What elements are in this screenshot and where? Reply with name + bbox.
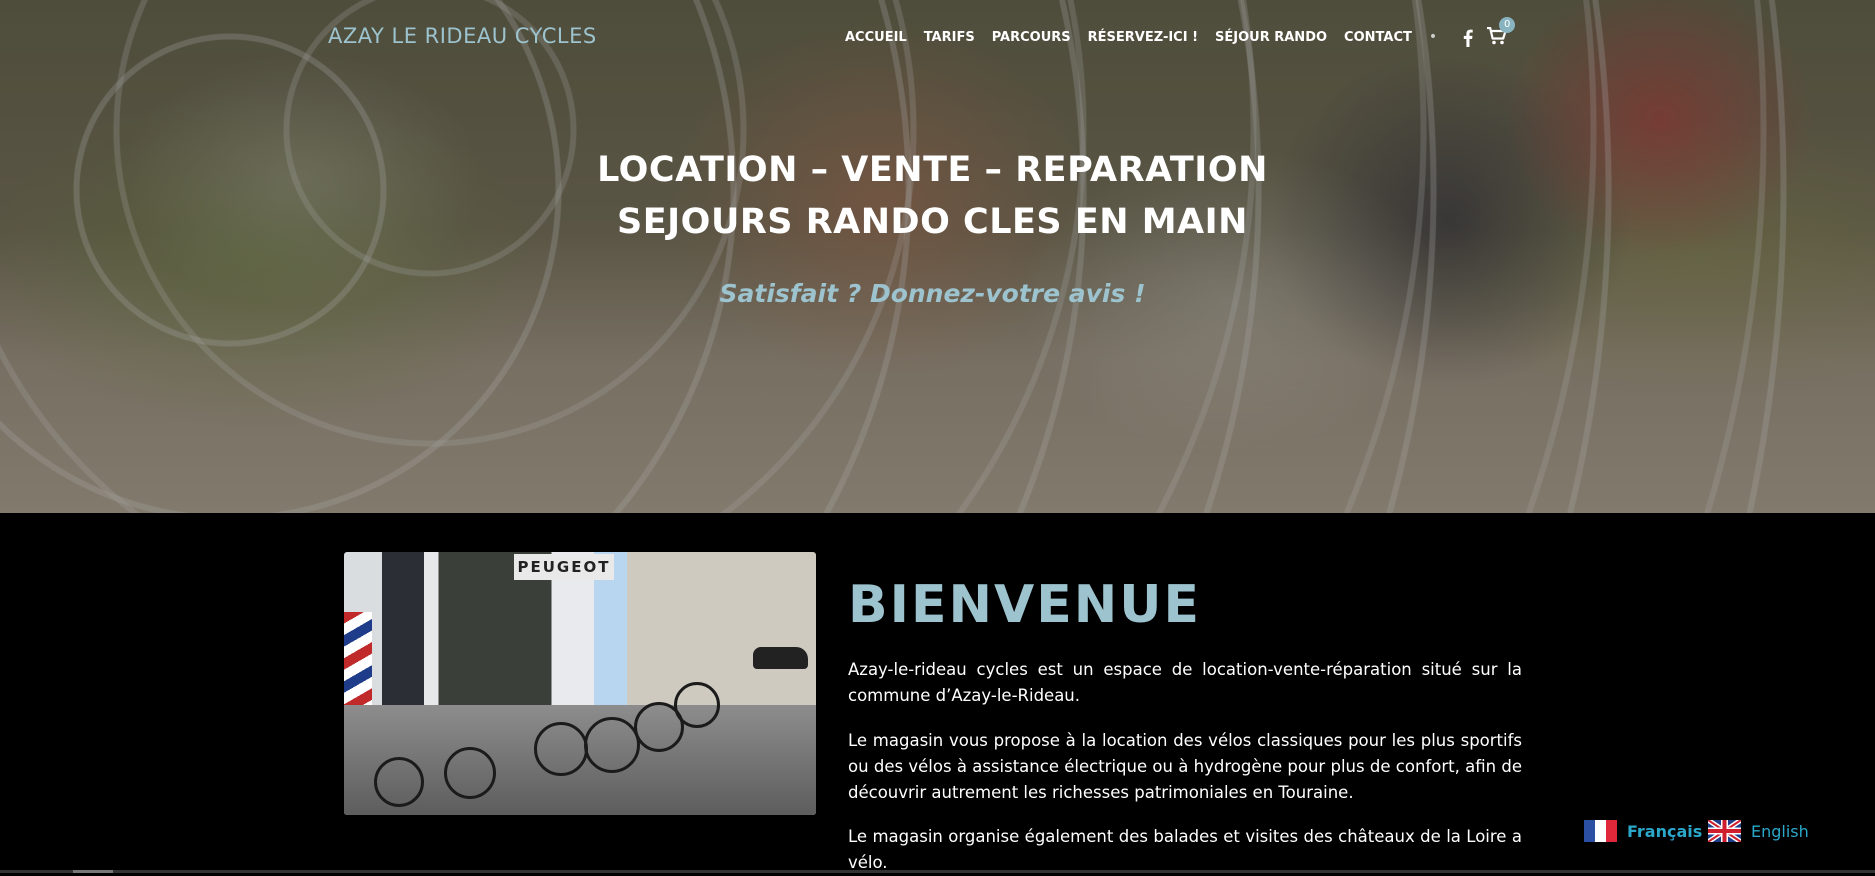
french-flag-icon: [1584, 820, 1617, 842]
language-french[interactable]: Français: [1584, 820, 1702, 842]
cart-button[interactable]: 0: [1487, 17, 1516, 47]
bike-wheel: [374, 757, 424, 807]
facebook-icon[interactable]: [1463, 29, 1473, 47]
bike-wheel: [584, 717, 640, 773]
bike-wheel: [444, 747, 496, 799]
welcome-paragraph-3: Le magasin organise également des balade…: [848, 827, 1522, 872]
site-title[interactable]: AZAY LE RIDEAU CYCLES: [328, 24, 597, 48]
shop-photo: PEUGEOT: [344, 552, 816, 815]
hero-banner: [0, 0, 1875, 513]
shop-sign: PEUGEOT: [514, 554, 614, 580]
nav-item-tarifs[interactable]: TARIFS: [924, 30, 975, 45]
language-english[interactable]: English: [1708, 820, 1809, 842]
main-nav: ACCUEIL TARIFS PARCOURS RÉSERVEZ-ICI ! S…: [845, 17, 1516, 47]
nav-item-parcours[interactable]: PARCOURS: [992, 30, 1071, 45]
language-english-label: English: [1751, 821, 1809, 841]
nav-item-sejour-rando[interactable]: SÉJOUR RANDO: [1215, 30, 1327, 45]
bike-wheel: [534, 722, 588, 776]
language-french-label: Français: [1627, 821, 1703, 841]
nav-item-contact[interactable]: CONTACT: [1344, 30, 1412, 45]
photo-car: [753, 647, 808, 669]
welcome-paragraph-1: Azay-le-rideau cycles est un espace de l…: [848, 660, 1522, 705]
cart-count-badge: 0: [1499, 17, 1516, 33]
nav-separator: •: [1428, 29, 1438, 45]
hero-heading-line2: SEJOURS RANDO CLES EN MAIN: [617, 202, 1248, 242]
welcome-paragraph-2: Le magasin vous propose à la location de…: [848, 731, 1522, 802]
nav-item-accueil[interactable]: ACCUEIL: [845, 30, 907, 45]
nav-item-reservez[interactable]: RÉSERVEZ-ICI !: [1088, 30, 1198, 45]
hero-heading-line1: LOCATION – VENTE – REPARATION: [597, 150, 1268, 190]
uk-flag-icon: [1708, 820, 1741, 842]
welcome-title: BIENVENUE: [848, 575, 1202, 635]
welcome-section: PEUGEOT BIENVENUE Azay-le-rideau cycles …: [0, 513, 1875, 873]
review-link[interactable]: Satisfait ? Donnez-votre avis !: [0, 279, 1865, 308]
bike-wheel: [674, 682, 720, 728]
